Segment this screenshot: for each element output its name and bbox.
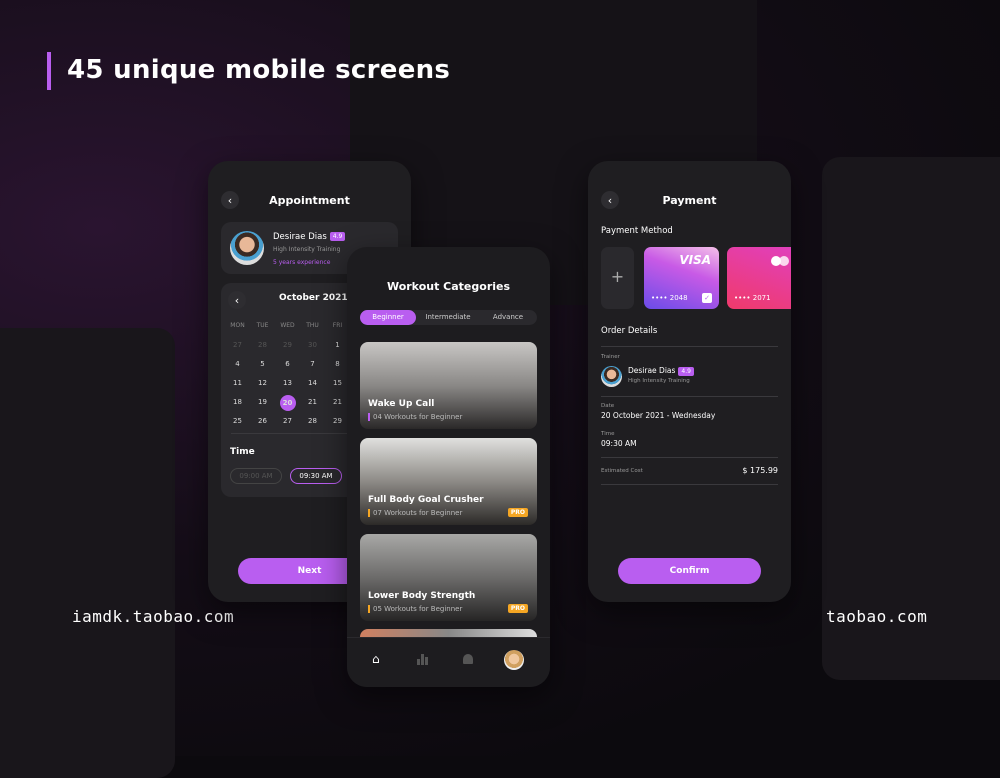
mastercard-card[interactable]: •••• 2071 [727, 247, 791, 309]
time-slot[interactable]: 09:00 AM [230, 468, 282, 484]
mastercard-logo-icon [779, 256, 789, 266]
weekday-label: MON [230, 322, 245, 329]
payment-screen: ‹ Payment Payment Method + VISA •••• 204… [588, 161, 791, 602]
calendar-day[interactable]: 21 [300, 395, 325, 409]
watermark: iamdk.taobao.com [72, 607, 235, 626]
page-heading: 45 unique mobile screens [67, 55, 451, 85]
card-number: •••• 2048 [651, 294, 688, 302]
month-label: October 2021 [279, 293, 348, 303]
profile-avatar[interactable] [504, 650, 524, 670]
trainer-name: Desirae Dias [273, 232, 327, 242]
workout-count: 07 Workouts for Beginner [368, 509, 462, 517]
time-slot-selected[interactable]: 09:30 AM [290, 468, 342, 484]
cost-label: Estimated Cost [601, 468, 643, 474]
workout-card[interactable]: Full Body Goal Crusher 07 Workouts for B… [360, 438, 537, 525]
calendar-grid: MON TUE WED THU FRI 27 28 29 30 1 4 5 6 7 8 11 12 13 14 15 1… [225, 319, 350, 428]
trainer-specialty: High Intensity Training [273, 246, 341, 253]
heading-accent-bar [47, 52, 51, 90]
calendar-day[interactable]: 18 [225, 395, 250, 409]
calendar-day[interactable]: 11 [225, 376, 250, 390]
screen-title: Workout Categories [386, 280, 511, 293]
calendar-day-selected[interactable]: 20 [279, 395, 296, 411]
calendar-day[interactable]: 14 [300, 376, 325, 390]
time-label: Time [230, 447, 255, 457]
trainer-avatar [601, 366, 622, 387]
cost-value: $ 175.99 [742, 466, 778, 475]
calendar-day[interactable]: 19 [250, 395, 275, 409]
workout-card[interactable]: Lower Body Strength 05 Workouts for Begi… [360, 534, 537, 621]
calendar-day[interactable]: 28 [300, 414, 325, 428]
weekday-label: THU [306, 322, 319, 329]
home-icon[interactable]: ⌂ [372, 652, 380, 666]
calendar-day[interactable]: 7 [300, 357, 325, 371]
background-panel [822, 157, 1000, 680]
date-value: 20 October 2021 - Wednesday [601, 411, 716, 420]
trainer-name: Desirae Dias [628, 366, 676, 375]
visa-card[interactable]: VISA •••• 2048 ✓ [644, 247, 719, 309]
tab-intermediate[interactable]: Intermediate [418, 310, 478, 325]
calendar-day[interactable]: 25 [225, 414, 250, 428]
selected-check-icon: ✓ [702, 293, 712, 303]
divider [601, 396, 778, 397]
calendar-day[interactable]: 27 [275, 414, 300, 428]
calendar-day[interactable]: 26 [250, 414, 275, 428]
calendar-day-outside[interactable]: 28 [250, 338, 275, 352]
trainer-experience: 5 years experience [273, 259, 331, 266]
rating-badge: 4.9 [678, 366, 694, 376]
workout-name: Lower Body Strength [368, 591, 476, 601]
divider [601, 346, 778, 347]
bell-icon[interactable] [463, 654, 473, 664]
workout-name: Full Body Goal Crusher [368, 495, 484, 505]
calendar-day[interactable]: 20 [275, 395, 300, 411]
card-brand: VISA [679, 253, 711, 267]
weekday-label: TUE [256, 322, 269, 329]
screen-title: Payment [662, 194, 717, 207]
watermark-partial: taobao.com [826, 607, 928, 626]
confirm-button[interactable]: Confirm [618, 558, 761, 584]
calendar-day[interactable]: 4 [225, 357, 250, 371]
divider [601, 484, 778, 485]
calendar-day[interactable]: 12 [250, 376, 275, 390]
bottom-nav: ⌂ [347, 637, 550, 687]
calendar-day-outside[interactable]: 27 [225, 338, 250, 352]
prev-month-button[interactable]: ‹ [228, 291, 246, 309]
calendar-day[interactable]: 5 [250, 357, 275, 371]
card-number: •••• 2071 [734, 294, 771, 302]
workout-count: 04 Workouts for Beginner [368, 413, 462, 421]
weekday-label: WED [280, 322, 295, 329]
screen-title: Appointment [269, 194, 350, 207]
pro-badge: PRO [507, 604, 528, 613]
workout-card[interactable]: Wake Up Call 04 Workouts for Beginner [360, 342, 537, 429]
calendar-day[interactable]: 13 [275, 376, 300, 390]
rating-badge: 4.9 [329, 232, 346, 241]
calendar-day-outside[interactable]: 29 [275, 338, 300, 352]
pro-badge: PRO [507, 508, 528, 517]
time-value: 09:30 AM [601, 439, 637, 448]
date-label: Date [601, 403, 615, 409]
trainer-specialty: High Intensity Training [628, 378, 690, 384]
time-label: Time [601, 431, 615, 437]
trainer-label: Trainer [601, 354, 620, 360]
payment-method-label: Payment Method [601, 226, 673, 236]
order-details-label: Order Details [601, 326, 658, 336]
trainer-avatar [230, 231, 264, 265]
background-panel [0, 328, 175, 778]
add-card-button[interactable]: + [601, 247, 634, 309]
workout-name: Wake Up Call [368, 399, 435, 409]
calendar-day-outside[interactable]: 30 [300, 338, 325, 352]
chart-icon[interactable] [417, 654, 429, 665]
workout-count: 05 Workouts for Beginner [368, 605, 462, 613]
tab-advance[interactable]: Advance [480, 310, 536, 325]
divider [601, 457, 778, 458]
level-tabs: Beginner Intermediate Advance [360, 310, 537, 325]
calendar-day[interactable]: 6 [275, 357, 300, 371]
tab-beginner[interactable]: Beginner [360, 310, 416, 325]
workout-categories-screen: Workout Categories Beginner Intermediate… [347, 247, 550, 687]
